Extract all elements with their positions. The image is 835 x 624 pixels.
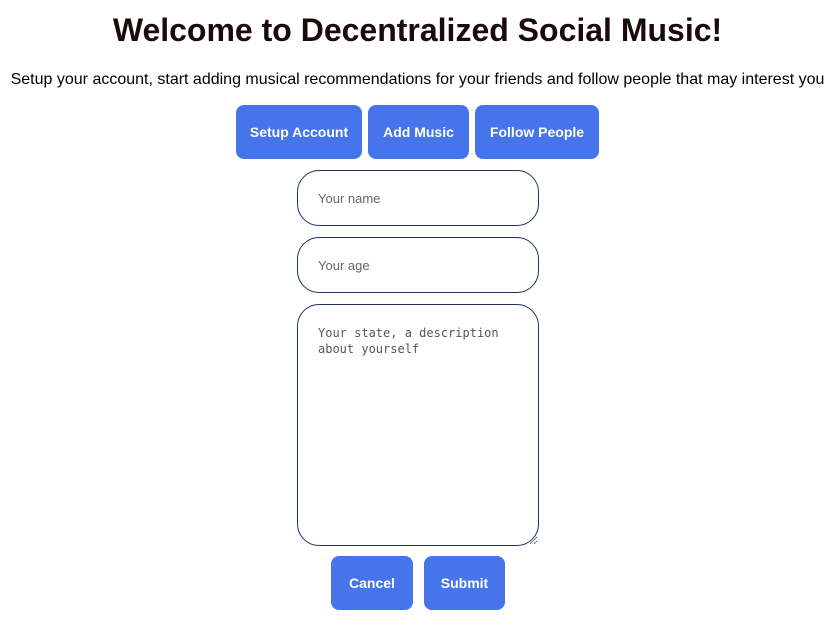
form-actions: Cancel Submit bbox=[331, 556, 505, 610]
follow-people-button[interactable]: Follow People bbox=[475, 105, 599, 159]
age-input[interactable] bbox=[297, 237, 539, 293]
cancel-button[interactable]: Cancel bbox=[331, 556, 413, 610]
name-input[interactable] bbox=[297, 170, 539, 226]
setup-account-button[interactable]: Setup Account bbox=[236, 105, 362, 159]
nav-bar: Setup Account Add Music Follow People bbox=[236, 105, 599, 159]
add-music-button[interactable]: Add Music bbox=[368, 105, 469, 159]
submit-button[interactable]: Submit bbox=[424, 556, 505, 610]
description-textarea[interactable] bbox=[297, 304, 539, 546]
page-subtitle: Setup your account, start adding musical… bbox=[10, 71, 825, 88]
page-title: Welcome to Decentralized Social Music! bbox=[112, 12, 723, 48]
account-form bbox=[297, 170, 539, 546]
